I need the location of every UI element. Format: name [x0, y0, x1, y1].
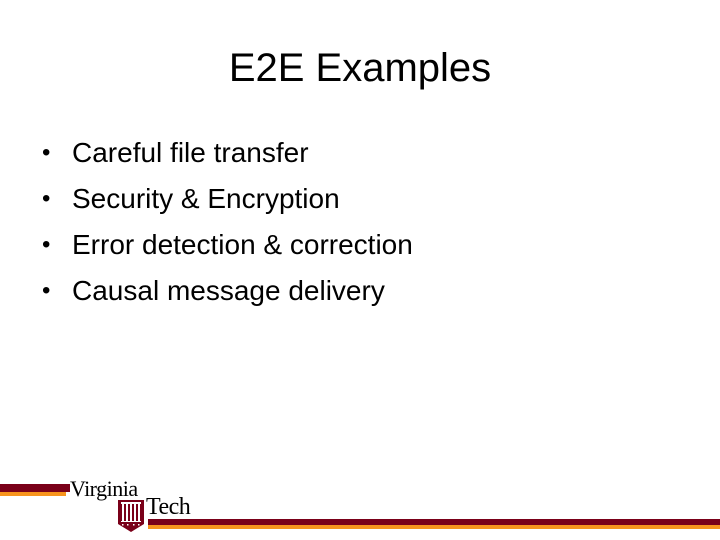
bullet-text: Careful file transfer: [72, 137, 309, 168]
bullet-text: Security & Encryption: [72, 183, 340, 214]
bullet-icon: •: [42, 231, 51, 258]
logo-text-virginia: Virginia: [70, 476, 138, 501]
bullet-item: • Security & Encryption: [42, 176, 413, 222]
bullet-item: • Causal message delivery: [42, 268, 413, 314]
bullet-list: • Careful file transfer • Security & Encry…: [42, 130, 413, 314]
bullet-item: • Careful file transfer: [42, 130, 413, 176]
footer-bar-left-maroon: [0, 484, 70, 492]
vt-shield-icon: [118, 500, 144, 532]
bullet-item: • Error detection & correction: [42, 222, 413, 268]
footer-bar-right-orange: [148, 525, 720, 529]
slide-title: E2E Examples: [228, 46, 492, 90]
bullet-icon: •: [42, 185, 51, 212]
logo-text-tech: Tech: [146, 494, 191, 520]
bullet-text: Causal message delivery: [72, 275, 385, 306]
footer-bar-left-orange: [0, 492, 66, 496]
bullet-text: Error detection & correction: [72, 229, 413, 260]
bullet-icon: •: [42, 277, 51, 304]
bullet-icon: •: [42, 139, 51, 166]
